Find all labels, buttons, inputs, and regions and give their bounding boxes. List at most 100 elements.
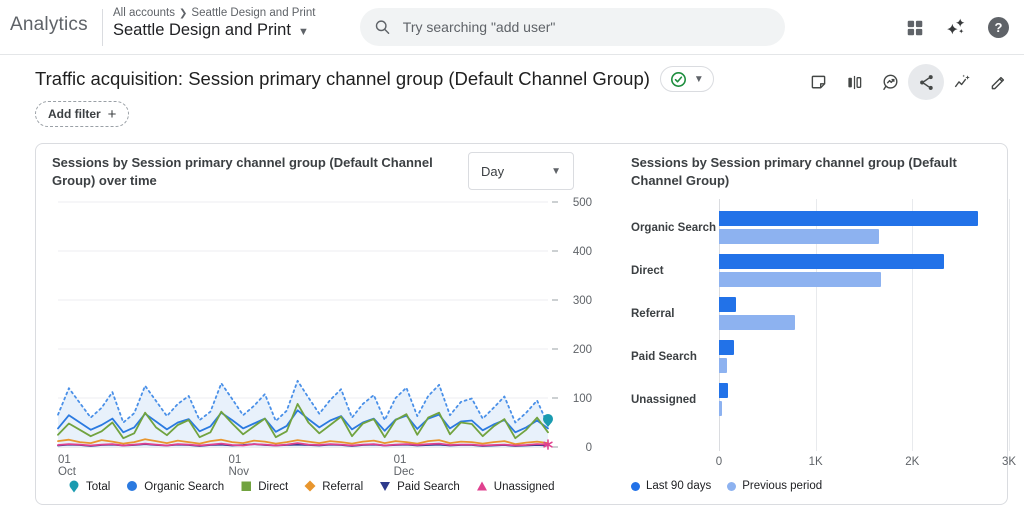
bar-category-labels: Organic Search Direct Referral Paid Search U…	[631, 199, 719, 451]
diamond-marker-icon	[304, 480, 316, 493]
chevron-down-icon: ▼	[551, 166, 561, 177]
bar[interactable]	[719, 315, 795, 330]
bar-category-label: Paid Search	[631, 340, 719, 373]
search-input[interactable]	[401, 18, 771, 36]
insights-bubble-icon[interactable]	[872, 64, 908, 100]
legend-item[interactable]: Total	[68, 480, 110, 493]
legend-item[interactable]: Unassigned	[476, 480, 555, 493]
chevron-down-icon: ▼	[694, 74, 704, 85]
bar-group	[719, 254, 1009, 287]
legend-item[interactable]: Paid Search	[379, 480, 460, 493]
svg-text:01: 01	[394, 454, 407, 466]
granularity-select[interactable]: Day ▼	[468, 152, 574, 190]
sparkline-insights-icon[interactable]	[944, 64, 980, 100]
chevron-right-icon: ❯	[179, 8, 187, 19]
bar[interactable]	[719, 229, 879, 244]
add-filter-button[interactable]: Add filter +	[35, 101, 129, 127]
legend-label: Previous period	[742, 480, 822, 492]
bar[interactable]	[719, 272, 881, 287]
charts-card: Sessions by Session primary channel grou…	[35, 143, 1008, 505]
svg-text:400: 400	[573, 246, 592, 258]
bar-group	[719, 383, 1009, 416]
bar-group	[719, 297, 1009, 330]
verified-check-icon	[670, 71, 687, 88]
share-icon[interactable]	[908, 64, 944, 100]
svg-text:300: 300	[573, 295, 592, 307]
plus-icon: +	[108, 106, 117, 123]
edit-icon[interactable]	[980, 64, 1016, 100]
svg-text:Dec: Dec	[394, 466, 415, 478]
circle-marker-icon	[126, 480, 138, 493]
line-chart-title: Sessions by Session primary channel grou…	[52, 154, 472, 190]
legend-item[interactable]: Previous period	[727, 480, 822, 492]
top-app-bar: Analytics All accounts ❯ Seattle Design …	[0, 0, 1024, 55]
grid-line	[1009, 199, 1010, 451]
legend-item[interactable]: Organic Search	[126, 480, 224, 493]
help-icon[interactable]: ?	[988, 17, 1009, 38]
svg-text:200: 200	[573, 344, 592, 356]
bar-x-axis: 01K2K3K	[719, 456, 1009, 470]
legend-label: Total	[86, 481, 110, 493]
report-toolbar	[800, 64, 1016, 100]
bar-chart-title: Sessions by Session primary channel grou…	[631, 154, 991, 190]
page-title: Traffic acquisition: Session primary cha…	[35, 68, 650, 90]
legend-label: Referral	[322, 481, 363, 493]
bar-chart-legend: Last 90 days Previous period	[631, 480, 822, 492]
account-name: Seattle Design and Print	[113, 21, 291, 40]
circle-marker-icon	[631, 482, 640, 491]
line-chart-svg: 500400300200100001Oct01Nov01Dec	[54, 196, 594, 481]
account-selector[interactable]: Seattle Design and Print ▼	[113, 21, 309, 40]
legend-label: Organic Search	[144, 481, 224, 493]
gemini-sparkle-icon[interactable]	[944, 16, 967, 44]
bar[interactable]	[719, 358, 727, 373]
bar-category-label: Organic Search	[631, 211, 719, 244]
bar-category-label: Referral	[631, 297, 719, 330]
line-chart-legend: Total Organic Search Direct Referral Paid Se…	[68, 480, 555, 493]
bar[interactable]	[719, 401, 722, 416]
legend-label: Direct	[258, 481, 288, 493]
apps-grid-icon[interactable]	[905, 18, 925, 43]
svg-text:0: 0	[586, 442, 592, 454]
breadcrumb[interactable]: All accounts ❯ Seattle Design and Print	[113, 7, 315, 19]
bar-category-label: Direct	[631, 254, 719, 287]
x-tick-label: 3K	[1002, 456, 1016, 468]
product-logo-text: Analytics	[10, 14, 88, 36]
legend-label: Last 90 days	[646, 480, 711, 492]
svg-text:100: 100	[573, 393, 592, 405]
svg-text:01: 01	[58, 454, 71, 466]
x-tick-label: 0	[716, 456, 722, 468]
legend-item[interactable]: Last 90 days	[631, 480, 711, 492]
bar-plot	[719, 199, 1009, 451]
square-marker-icon	[240, 480, 252, 493]
x-tick-label: 2K	[905, 456, 919, 468]
triangle-up-marker-icon	[476, 480, 488, 493]
x-tick-label: 1K	[809, 456, 823, 468]
granularity-value: Day	[481, 164, 504, 179]
bar[interactable]	[719, 383, 728, 398]
data-quality-badge[interactable]: ▼	[660, 66, 714, 92]
bar-group	[719, 211, 1009, 244]
svg-text:Oct: Oct	[58, 466, 77, 478]
comparisons-icon[interactable]	[836, 64, 872, 100]
header-divider	[102, 9, 103, 46]
notes-icon[interactable]	[800, 64, 836, 100]
triangle-down-marker-icon	[379, 480, 391, 493]
legend-item[interactable]: Direct	[240, 480, 288, 493]
svg-text:01: 01	[229, 454, 242, 466]
legend-item[interactable]: Referral	[304, 480, 363, 493]
search-icon	[374, 18, 391, 36]
svg-text:Nov: Nov	[229, 466, 250, 478]
circle-marker-icon	[727, 482, 736, 491]
bar[interactable]	[719, 340, 734, 355]
bar[interactable]	[719, 211, 978, 226]
bar[interactable]	[719, 297, 736, 312]
legend-label: Paid Search	[397, 481, 460, 493]
bar[interactable]	[719, 254, 944, 269]
breadcrumb-current[interactable]: Seattle Design and Print	[191, 7, 315, 19]
bar-category-label: Unassigned	[631, 383, 719, 416]
chevron-down-icon: ▼	[298, 26, 309, 38]
search-bar[interactable]	[360, 8, 785, 46]
breadcrumb-root[interactable]: All accounts	[113, 7, 175, 19]
analytics-app: Analytics All accounts ❯ Seattle Design …	[0, 0, 1024, 510]
legend-label: Unassigned	[494, 481, 555, 493]
